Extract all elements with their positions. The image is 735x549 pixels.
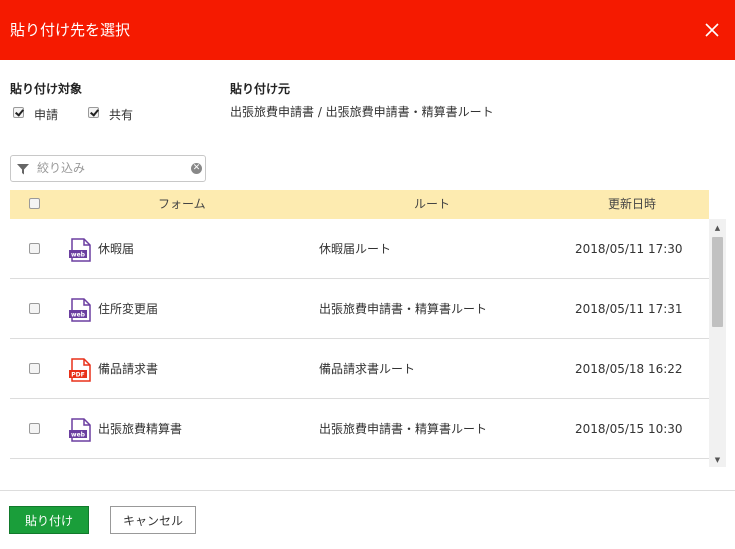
table-row[interactable]: PDF 備品請求書 備品請求書ルート 2018/05/18 16:22: [10, 339, 709, 399]
filter-input[interactable]: 絞り込み ✕: [10, 155, 206, 182]
paste-source-value: 出張旅費申請書 / 出張旅費申請書・精算書ルート: [230, 105, 494, 119]
dialog-title: 貼り付け先を選択: [10, 21, 131, 39]
form-name: 住所変更届: [98, 302, 159, 316]
footer-divider: [0, 490, 735, 491]
svg-text:web: web: [71, 252, 86, 259]
scroll-down-icon[interactable]: ▼: [709, 453, 726, 467]
svg-text:PDF: PDF: [71, 372, 84, 379]
scrollbar-thumb[interactable]: [712, 237, 723, 327]
scroll-up-icon[interactable]: ▲: [709, 221, 726, 235]
pdf-form-icon: PDF: [69, 358, 91, 382]
svg-text:web: web: [71, 312, 86, 319]
updated-date: 2018/05/18 16:22: [575, 362, 683, 376]
table-row[interactable]: web 休暇届 休暇届ルート 2018/05/11 17:30: [10, 219, 709, 279]
table-row[interactable]: web 住所変更届 出張旅費申請書・精算書ルート 2018/05/11 17:3…: [10, 279, 709, 339]
route-name: 出張旅費申請書・精算書ルート: [319, 422, 488, 436]
column-header-form: フォーム: [158, 197, 206, 211]
row-checkbox[interactable]: [29, 363, 40, 374]
paste-button[interactable]: 貼り付け: [9, 506, 89, 534]
updated-date: 2018/05/15 10:30: [575, 422, 683, 436]
select-all-checkbox[interactable]: [29, 198, 40, 209]
row-checkbox[interactable]: [29, 243, 40, 254]
form-name: 休暇届: [98, 242, 135, 256]
filter-placeholder: 絞り込み: [37, 161, 86, 175]
route-name: 備品請求書ルート: [319, 362, 416, 376]
target-shared-checkbox[interactable]: [88, 107, 99, 118]
table-row[interactable]: [10, 459, 709, 467]
web-form-icon: web: [69, 418, 91, 442]
svg-text:web: web: [71, 432, 86, 439]
close-icon[interactable]: [703, 21, 721, 39]
updated-date: 2018/05/11 17:31: [575, 302, 683, 316]
clear-icon[interactable]: ✕: [191, 163, 202, 174]
vertical-scrollbar[interactable]: ▲ ▼: [709, 219, 726, 467]
target-application-checkbox[interactable]: [13, 107, 24, 118]
column-header-route: ルート: [414, 197, 451, 211]
web-form-icon: web: [69, 298, 91, 322]
table-header: フォーム ルート 更新日時: [10, 190, 709, 219]
table-row[interactable]: web 出張旅費精算書 出張旅費申請書・精算書ルート 2018/05/15 10…: [10, 399, 709, 459]
row-checkbox[interactable]: [29, 303, 40, 314]
route-name: 休暇届ルート: [319, 242, 392, 256]
target-shared-label: 共有: [109, 108, 134, 122]
dialog-header: 貼り付け先を選択: [0, 0, 735, 60]
row-checkbox[interactable]: [29, 423, 40, 434]
cancel-button[interactable]: キャンセル: [110, 506, 196, 534]
filter-icon: [17, 164, 29, 175]
form-name: 出張旅費精算書: [98, 422, 183, 436]
paste-target-label: 貼り付け対象: [10, 82, 83, 96]
target-application-label: 申請: [34, 108, 59, 122]
form-list: web 休暇届 休暇届ルート 2018/05/11 17:30 web 住所変更…: [10, 219, 709, 467]
route-name: 出張旅費申請書・精算書ルート: [319, 302, 488, 316]
web-form-icon: web: [69, 238, 91, 262]
form-name: 備品請求書: [98, 362, 159, 376]
updated-date: 2018/05/11 17:30: [575, 242, 683, 256]
paste-source-label: 貼り付け元: [230, 82, 291, 96]
column-header-updated: 更新日時: [608, 197, 657, 211]
